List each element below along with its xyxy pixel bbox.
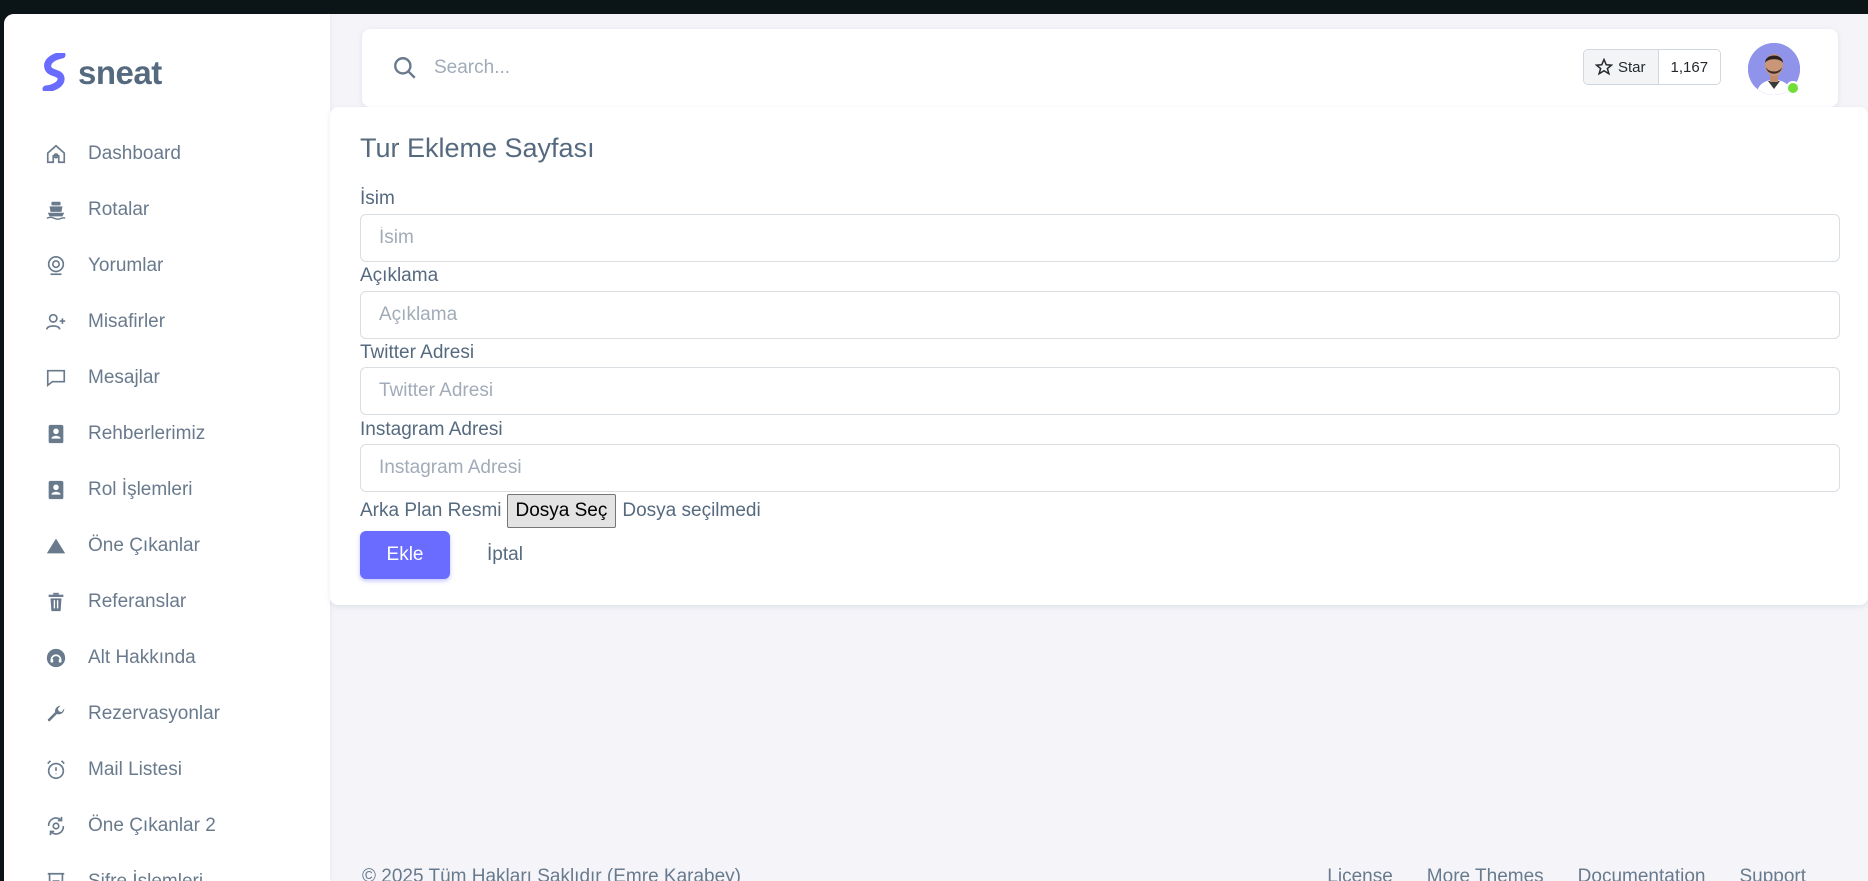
footer-copyright: © 2025 Tüm Hakları Saklıdır (Emre Karabe… [362, 866, 742, 881]
footer-links: License More Themes Documentation Suppor… [1327, 866, 1806, 881]
star-icon [1595, 58, 1613, 76]
cancel-button[interactable]: İptal [460, 531, 550, 579]
sidebar-item-one-cikanlar[interactable]: Öne Çıkanlar [4, 518, 330, 574]
sidebar-item-label: Rol İşlemleri [88, 479, 193, 500]
file-upload-row: Arka Plan Resmi Dosya Seç Dosya seçilmed… [360, 493, 761, 529]
footer-link-more-themes[interactable]: More Themes [1427, 866, 1544, 881]
sneat-logo-icon [42, 53, 66, 91]
online-status-dot [1786, 81, 1800, 95]
webcam-icon [44, 254, 68, 278]
isim-input[interactable] [360, 214, 1840, 262]
sidebar-item-mail-listesi[interactable]: Mail Listesi [4, 742, 330, 798]
instagram-input[interactable] [360, 444, 1840, 492]
sidebar-item-label: Mail Listesi [88, 759, 182, 780]
sidebar-item-label: Rezervasyonlar [88, 703, 220, 724]
sidebar-item-dashboard[interactable]: Dashboard [4, 126, 330, 182]
field-label-aciklama: Açıklama [360, 265, 439, 286]
field-label-twitter: Twitter Adresi [360, 342, 475, 363]
submit-button[interactable]: Ekle [360, 531, 450, 579]
trash-icon [44, 590, 68, 614]
sidebar-item-rol-islemleri[interactable]: Rol İşlemleri [4, 462, 330, 518]
sidebar-item-rehberlerimiz[interactable]: Rehberlerimiz [4, 406, 330, 462]
sidebar-item-label: Şifre İşlemleri [88, 871, 203, 881]
brand-name: sneat [78, 53, 162, 91]
wrench-icon [44, 702, 68, 726]
building-icon [44, 870, 68, 881]
field-label-instagram: Instagram Adresi [360, 419, 503, 440]
file-label: Arka Plan Resmi [360, 500, 502, 521]
sidebar-item-alt-hakkinda[interactable]: Alt Hakkında [4, 630, 330, 686]
sidebar-item-label: Mesajlar [88, 367, 160, 388]
sidebar: sneat Dashboard Rotalar Yorumlar Misafir… [4, 14, 330, 881]
top-navbar: Star 1,167 [362, 29, 1838, 107]
sidebar-item-misafirler[interactable]: Misafirler [4, 294, 330, 350]
sidebar-item-label: Rehberlerimiz [88, 423, 206, 444]
github-star-button[interactable]: Star [1584, 50, 1659, 84]
cycle-icon [44, 814, 68, 838]
page-title: Tur Ekleme Sayfası [360, 133, 595, 163]
ship-icon [44, 198, 68, 222]
contact-book-icon [44, 422, 68, 446]
sidebar-item-mesajlar[interactable]: Mesajlar [4, 350, 330, 406]
user-plus-icon [44, 310, 68, 334]
sidebar-item-label: Yorumlar [88, 255, 164, 276]
sidebar-item-referanslar[interactable]: Referanslar [4, 574, 330, 630]
sidebar-item-label: Rotalar [88, 199, 150, 220]
footer-link-documentation[interactable]: Documentation [1578, 866, 1706, 881]
home-icon [44, 142, 68, 166]
sidebar-item-yorumlar[interactable]: Yorumlar [4, 238, 330, 294]
aciklama-input[interactable] [360, 291, 1840, 339]
sidebar-menu: Dashboard Rotalar Yorumlar Misafirler Me… [4, 126, 330, 881]
contact-book-icon [44, 478, 68, 502]
message-icon [44, 366, 68, 390]
sidebar-item-rezervasyonlar[interactable]: Rezervasyonlar [4, 686, 330, 742]
sidebar-item-label: Alt Hakkında [88, 647, 196, 668]
sidebar-item-label: Referanslar [88, 591, 187, 612]
triangle-icon [44, 534, 68, 558]
field-label-isim: İsim [360, 188, 395, 209]
twitter-input[interactable] [360, 367, 1840, 415]
sidebar-item-label: Dashboard [88, 143, 181, 164]
sidebar-item-label: Öne Çıkanlar 2 [88, 815, 216, 836]
sidebar-item-label: Öne Çıkanlar [88, 535, 200, 556]
alarm-icon [44, 758, 68, 782]
github-star-widget: Star 1,167 [1583, 49, 1722, 85]
sidebar-item-one-cikanlar-2[interactable]: Öne Çıkanlar 2 [4, 798, 330, 854]
file-status-text: Dosya seçilmedi [622, 500, 761, 521]
form-card: Tur Ekleme Sayfası İsim Açıklama Twitter… [330, 107, 1868, 605]
brand-logo[interactable]: sneat [42, 52, 162, 92]
sidebar-item-rotalar[interactable]: Rotalar [4, 182, 330, 238]
sidebar-item-label: Misafirler [88, 311, 166, 332]
headphones-icon [44, 646, 68, 670]
app-shell: sneat Dashboard Rotalar Yorumlar Misafir… [4, 14, 1868, 881]
choose-file-button[interactable]: Dosya Seç [506, 494, 617, 528]
search-input[interactable] [434, 49, 794, 87]
search-icon[interactable] [392, 55, 418, 81]
footer-link-support[interactable]: Support [1739, 866, 1806, 881]
github-star-label: Star [1618, 58, 1646, 76]
sidebar-item-sifre-islemleri[interactable]: Şifre İşlemleri [4, 854, 330, 881]
window-top-strip [0, 0, 1868, 14]
footer-link-license[interactable]: License [1327, 866, 1393, 881]
github-star-count[interactable]: 1,167 [1658, 50, 1721, 84]
